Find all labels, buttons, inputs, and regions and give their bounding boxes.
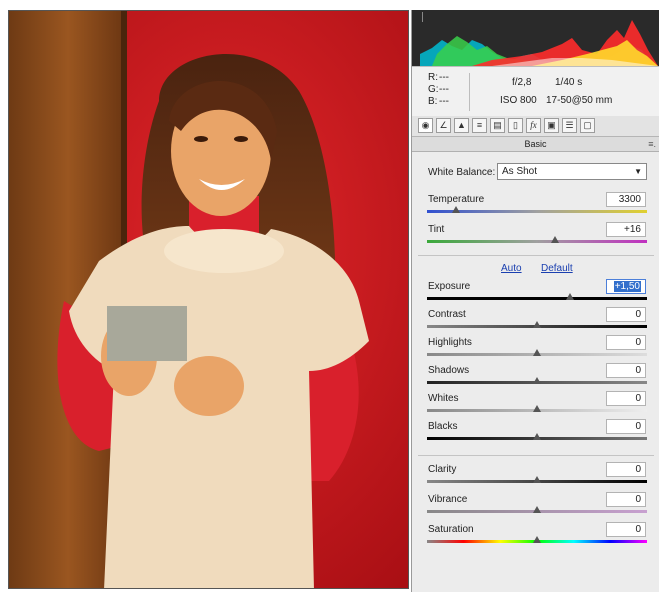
b-value: --- [439,96,449,107]
highlights-value-field[interactable]: 0 [606,335,646,350]
saturation-slider-thumb[interactable] [533,536,541,543]
saturation-value-field[interactable]: 0 [606,522,646,537]
snapshots-icon[interactable]: ▢ [580,118,595,133]
section-title: Basic [524,139,547,149]
exposure-value: +1,50 [613,281,641,292]
divider [418,455,654,456]
clarity-value: 0 [635,464,641,475]
b-label: B: [428,96,438,107]
exposure-label: Exposure [428,281,471,292]
info-divider [469,73,470,111]
contrast-slider-thumb[interactable] [533,321,541,328]
tint-value: +16 [624,224,641,235]
photo-image [9,11,408,588]
temperature-label: Temperature [428,194,485,205]
auto-link[interactable]: Auto [501,263,522,274]
chevron-down-icon: ▼ [634,167,642,176]
whites-slider-thumb[interactable] [533,405,541,412]
highlights-label: Highlights [428,337,472,348]
white-balance-label: White Balance: [428,167,496,178]
clarity-label: Clarity [428,464,457,475]
shadows-label: Shadows [428,365,470,376]
blacks-label: Blacks [428,421,458,432]
saturation-value: 0 [635,524,641,535]
highlights-slider-thumb[interactable] [533,349,541,356]
contrast-value-field[interactable]: 0 [606,307,646,322]
shutter-value: 1/40 s [555,77,583,88]
temperature-slider-thumb[interactable] [451,206,460,213]
exposure-slider-track[interactable] [427,297,647,300]
shadows-value-field[interactable]: 0 [606,363,646,378]
contrast-label: Contrast [428,309,466,320]
saturation-label: Saturation [428,524,474,535]
shadows-value: 0 [635,365,641,376]
whites-value: 0 [635,393,641,404]
r-readout: R:--- [428,72,449,83]
split-toning-icon[interactable]: ▤ [490,118,505,133]
section-header: Basic ≡. [412,137,659,152]
white-balance-value: As Shot [502,166,538,177]
whites-value-field[interactable]: 0 [606,391,646,406]
vibrance-label: Vibrance [428,494,468,505]
white-balance-select[interactable]: As Shot ▼ [497,163,647,180]
blacks-slider-thumb[interactable] [533,433,541,440]
fx-icon[interactable]: fx [526,118,541,133]
aperture-value: f/2,8 [512,77,532,88]
r-label: R: [428,72,438,83]
clarity-value-field[interactable]: 0 [606,462,646,477]
temperature-value-field[interactable]: 3300 [606,192,646,207]
panel-toolbar: ◉ ∠ ▲ ≡ ▤ ▯ fx ▣ ☰ ▢ [412,116,659,137]
vibrance-slider-thumb[interactable] [533,506,541,513]
photo-preview[interactable] [8,10,409,589]
vibrance-value-field[interactable]: 0 [606,492,646,507]
adjustment-panel: R:--- G:--- B: --- f/2,8 1/40 s ISO 800 1… [411,10,659,592]
blacks-value: 0 [635,421,641,432]
iso-value: ISO 800 [500,95,537,106]
divider [418,255,654,256]
temperature-slider-track[interactable] [427,210,647,213]
histogram [412,10,659,66]
temperature-value: 3300 [618,194,641,205]
aperture-icon[interactable]: ◉ [418,118,433,133]
info-panel: R:--- G:--- B: --- f/2,8 1/40 s ISO 800 1… [412,66,659,120]
vibrance-value: 0 [635,494,641,505]
shadows-slider-thumb[interactable] [533,377,541,384]
mountain-icon[interactable]: ▲ [454,118,469,133]
g-label: G: [428,84,439,95]
exposure-value-field[interactable]: +1,50 [606,279,646,294]
b-readout: B: --- [428,96,449,107]
g-readout: G:--- [428,84,449,95]
presets-icon[interactable]: ☰ [562,118,577,133]
tint-value-field[interactable]: +16 [606,222,646,237]
clarity-slider-thumb[interactable] [533,476,541,483]
contrast-value: 0 [635,309,641,320]
whites-label: Whites [428,393,459,404]
tint-slider-thumb[interactable] [550,236,559,243]
panel-menu-icon[interactable]: ≡. [648,137,656,151]
r-value: --- [439,72,449,83]
tint-slider-track[interactable] [427,240,647,243]
exposure-slider-thumb[interactable] [566,293,574,300]
lens-icon[interactable]: ▯ [508,118,523,133]
tint-label: Tint [428,224,445,235]
hsl-icon[interactable]: ≡ [472,118,487,133]
camera-icon[interactable]: ▣ [544,118,559,133]
default-link[interactable]: Default [541,263,573,274]
lens-value: 17-50@50 mm [546,95,613,106]
blacks-value-field[interactable]: 0 [606,419,646,434]
highlights-value: 0 [635,337,641,348]
g-value: --- [439,84,449,95]
tone-curve-icon[interactable]: ∠ [436,118,451,133]
